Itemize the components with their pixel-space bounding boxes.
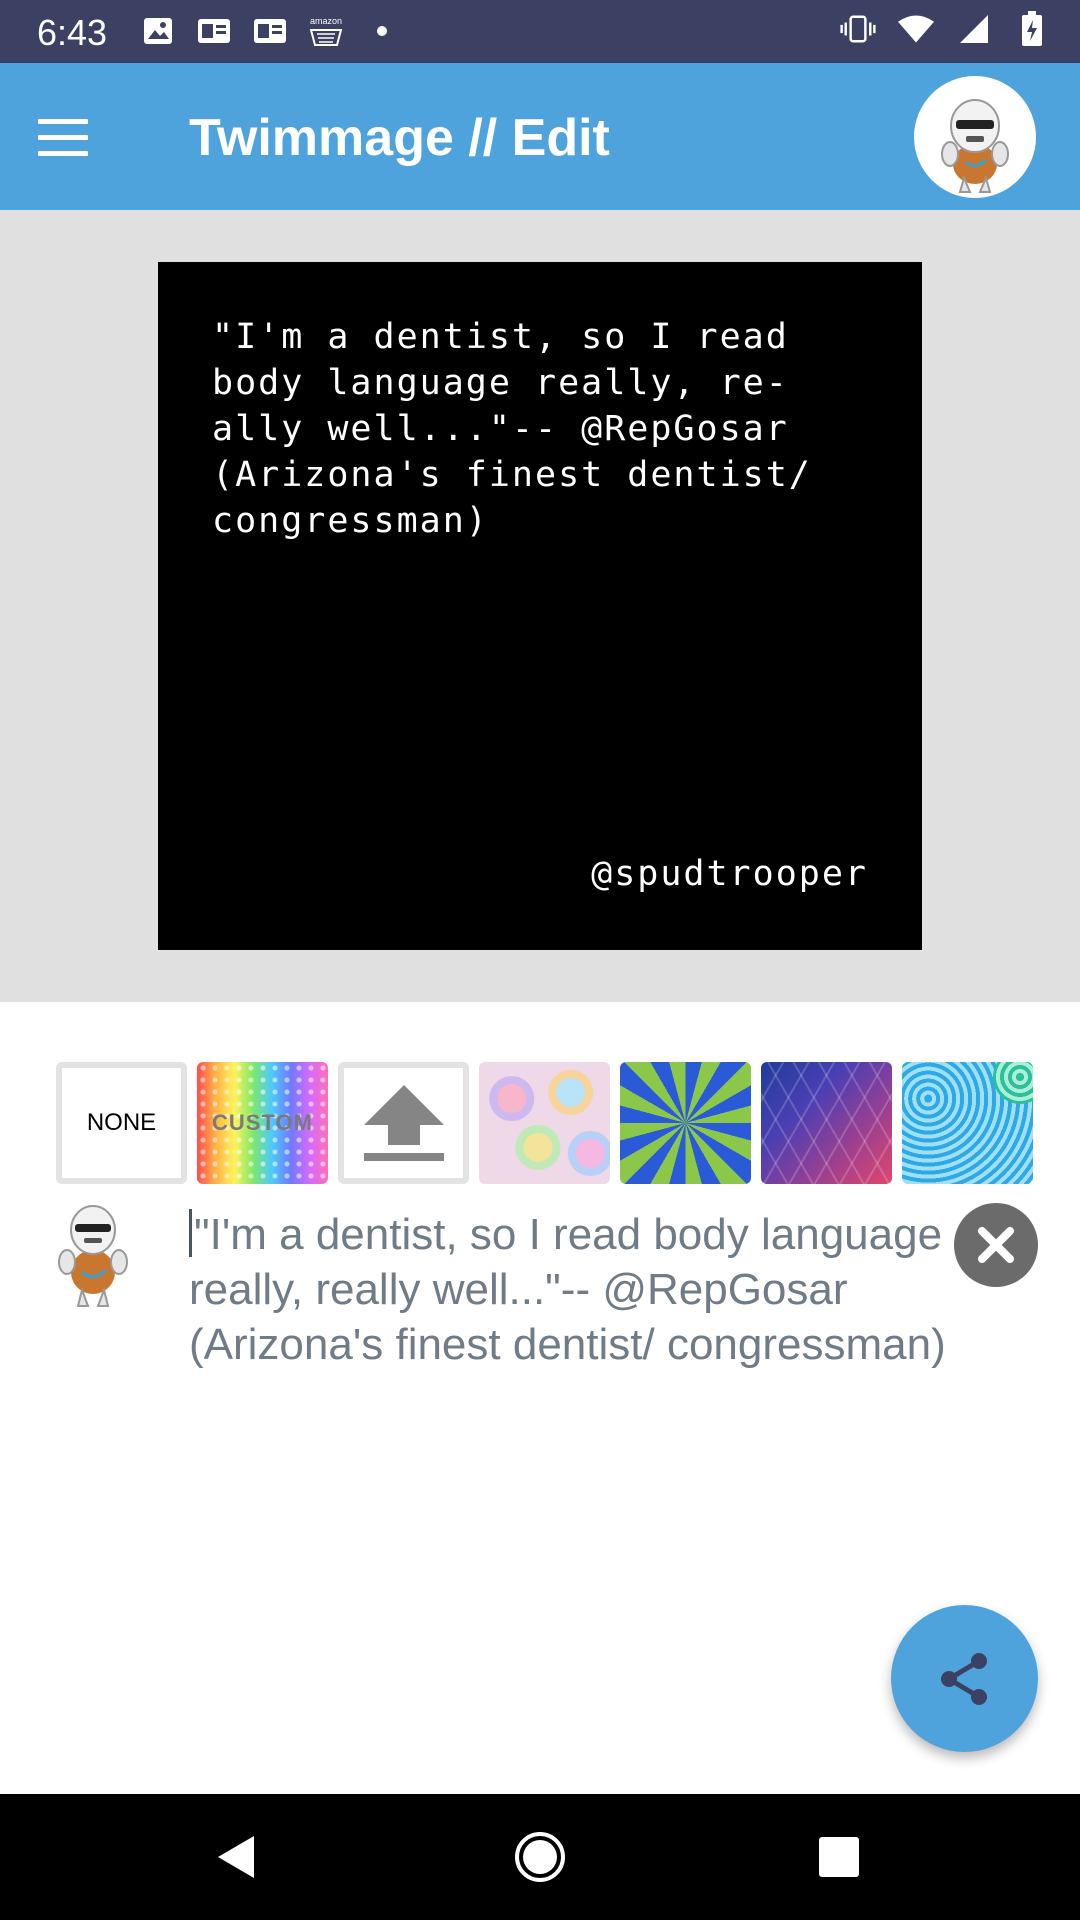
preview-area: "I'm a dentist, so I read body language … [0,210,1080,1002]
tweet-image-preview: "I'm a dentist, so I read body language … [158,262,922,950]
background-blue-swirls[interactable] [902,1062,1033,1184]
preview-quote-text: "I'm a dentist, so I read body language … [212,317,812,541]
background-blue-green-spiral[interactable] [620,1062,751,1184]
amazon-icon: amazon [308,14,344,48]
status-time: 6:43 [37,12,108,53]
share-button[interactable] [891,1605,1038,1752]
gallery-icon [252,14,288,48]
status-system-icons [840,11,1050,46]
wifi-icon [898,12,934,46]
share-icon [940,1652,987,1705]
background-custom-button[interactable]: CUSTOM [197,1062,328,1184]
text-cursor [189,1209,192,1257]
background-none-label: NONE [86,1109,157,1136]
tweet-text-value: "I'm a dentist, so I read body language … [189,1210,946,1369]
battery-icon [1014,11,1050,46]
image-icon [140,14,176,48]
gallery-icon [196,14,232,48]
app-bar: Twimmage // Edit [0,63,1080,210]
status-notification-icons: amazon [140,14,400,48]
background-pastel-swirls[interactable] [479,1062,610,1184]
page-title: Twimmage // Edit [189,109,610,167]
tweet-text-input[interactable]: "I'm a dentist, so I read body language … [189,1207,959,1372]
vibrate-icon [840,12,876,46]
back-icon[interactable] [204,1824,270,1890]
signal-icon [956,12,992,46]
home-icon[interactable] [507,1824,573,1890]
background-custom-label: CUSTOM [212,1110,313,1135]
background-upload-button[interactable] [338,1062,469,1184]
background-picker: NONE CUSTOM [56,1062,1033,1184]
status-bar: 6:43 amazon [0,0,1080,63]
composer-avatar [48,1200,138,1310]
recents-icon[interactable] [806,1824,872,1890]
close-icon [978,1227,1014,1263]
background-none-button[interactable]: NONE [56,1062,187,1184]
profile-avatar[interactable] [914,76,1036,198]
clear-text-button[interactable] [954,1203,1038,1287]
svg-text:amazon: amazon [310,16,342,26]
preview-handle: @spudtrooper [591,854,868,894]
dot-icon [364,14,400,48]
background-geometric-gradient[interactable] [761,1062,892,1184]
system-nav-bar [0,1794,1080,1920]
menu-icon[interactable] [38,107,108,167]
upload-icon [363,1085,444,1161]
